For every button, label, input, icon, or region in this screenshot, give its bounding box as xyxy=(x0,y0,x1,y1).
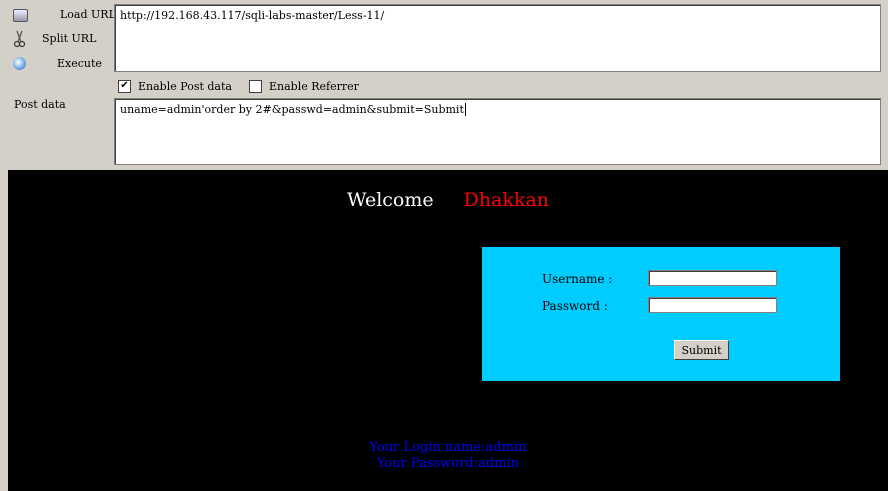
welcome-user: Dhakkan xyxy=(463,189,550,211)
page-content: Welcome Dhakkan Username : Password : Sub… xyxy=(8,170,888,491)
enable-referrer-label: Enable Referrer xyxy=(269,80,359,93)
password-result: Your Password:admin xyxy=(376,456,520,471)
enable-post-data-label: Enable Post data xyxy=(138,80,232,93)
submit-button[interactable]: Submit xyxy=(674,340,729,360)
execute-button[interactable]: Execute xyxy=(12,54,102,72)
welcome-text: Welcome xyxy=(346,189,434,211)
text-cursor xyxy=(464,103,470,116)
hackbar-toolbar: Load URL Split URL Execute http://192.16… xyxy=(0,0,888,170)
enable-post-data-check[interactable]: ✔ xyxy=(118,80,131,93)
post-data-input[interactable]: uname=admin'order by 2#&passwd=admin&sub… xyxy=(114,98,881,165)
password-input[interactable] xyxy=(648,297,777,313)
post-data-value: uname=admin'order by 2#&passwd=admin&sub… xyxy=(120,103,464,116)
password-label: Password : xyxy=(542,299,608,313)
enable-post-data-checkbox[interactable]: ✔ Enable Post data xyxy=(118,80,232,93)
enable-referrer-checkbox[interactable]: Enable Referrer xyxy=(249,80,359,93)
load-url-icon xyxy=(13,8,28,22)
username-label: Username : xyxy=(542,272,613,286)
post-data-label: Post data xyxy=(14,98,66,111)
welcome-heading: Welcome Dhakkan xyxy=(8,189,888,211)
split-url-button[interactable]: Split URL xyxy=(12,29,97,48)
load-url-button[interactable]: Load URL xyxy=(12,5,116,23)
execute-label: Execute xyxy=(57,56,102,70)
login-form: Username : Password : Submit xyxy=(482,247,840,381)
split-url-label: Split URL xyxy=(42,31,97,45)
load-url-label: Load URL xyxy=(60,7,116,21)
username-input[interactable] xyxy=(648,270,777,286)
enable-referrer-check[interactable] xyxy=(249,80,262,93)
execute-icon xyxy=(13,56,26,70)
toolbar-edge xyxy=(881,0,888,170)
login-name-result: Your Login name:admin xyxy=(369,440,527,455)
scissors-icon xyxy=(12,30,28,48)
url-input[interactable]: http://192.168.43.117/sqli-labs-master/L… xyxy=(114,4,881,72)
